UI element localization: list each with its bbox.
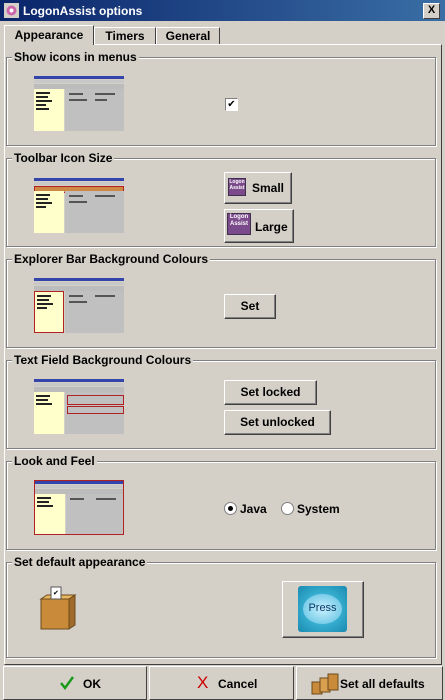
explorer-bar-preview [34,278,124,333]
large-icon-button[interactable]: Logon Assist Large [224,209,294,243]
logon-assist-small-icon: Logon Assist [228,178,246,196]
set-all-defaults-label: Set all defaults [340,677,425,691]
dialog-footer: OK X Cancel Set all defaults [0,665,445,700]
show-icons-checkbox[interactable]: ✔ [225,98,238,111]
check-icon [60,676,75,691]
logon-assist-large-icon: Logon Assist [227,213,251,235]
java-radio[interactable] [224,502,237,515]
window-title: LogonAssist options [23,4,143,18]
java-label: Java [240,502,267,516]
ballot-boxes-icon [311,673,339,695]
group-title: Set default appearance [12,555,148,569]
toolbar-size-preview [34,178,124,233]
set-all-defaults-button[interactable]: Set all defaults [296,666,443,700]
large-label: Large [255,220,288,234]
tab-timers[interactable]: Timers [94,27,156,45]
small-icon-button[interactable]: Logon Assist Small [224,172,292,204]
group-title: Explorer Bar Background Colours [12,252,211,266]
title-bar: LogonAssist options X [0,0,445,21]
icon-text: Logon Assist [229,179,245,191]
ok-label: OK [83,677,101,691]
app-icon [4,3,19,18]
group-title: Toolbar Icon Size [12,151,115,165]
cancel-x-icon: X [197,673,209,692]
text-field-preview [34,379,124,434]
group-title: Show icons in menus [12,50,139,64]
set-unlocked-button[interactable]: Set unlocked [224,410,331,435]
press-label: Press [308,602,337,614]
system-radio[interactable] [281,502,294,515]
svg-text:✔: ✔ [53,589,59,597]
close-button[interactable]: X [423,3,440,19]
press-default-button[interactable]: Press [282,581,364,638]
group-title: Look and Feel [12,454,97,468]
set-locked-button[interactable]: Set locked [224,380,317,405]
tab-general[interactable]: General [156,27,220,45]
cancel-label: Cancel [218,677,258,691]
look-and-feel-preview [34,480,124,535]
tab-appearance[interactable]: Appearance [4,25,94,45]
cancel-button[interactable]: X Cancel [149,666,294,700]
system-label: System [297,502,340,516]
small-label: Small [252,181,285,195]
ok-button[interactable]: OK [3,666,147,700]
set-explorer-colour-button[interactable]: Set [224,294,276,319]
icons-menu-preview [34,76,124,131]
ballot-box-icon: ✔ [39,586,77,630]
group-title: Text Field Background Colours [12,353,194,367]
icon-text: Logon Assist [229,214,249,227]
press-icon: Press [298,586,347,632]
